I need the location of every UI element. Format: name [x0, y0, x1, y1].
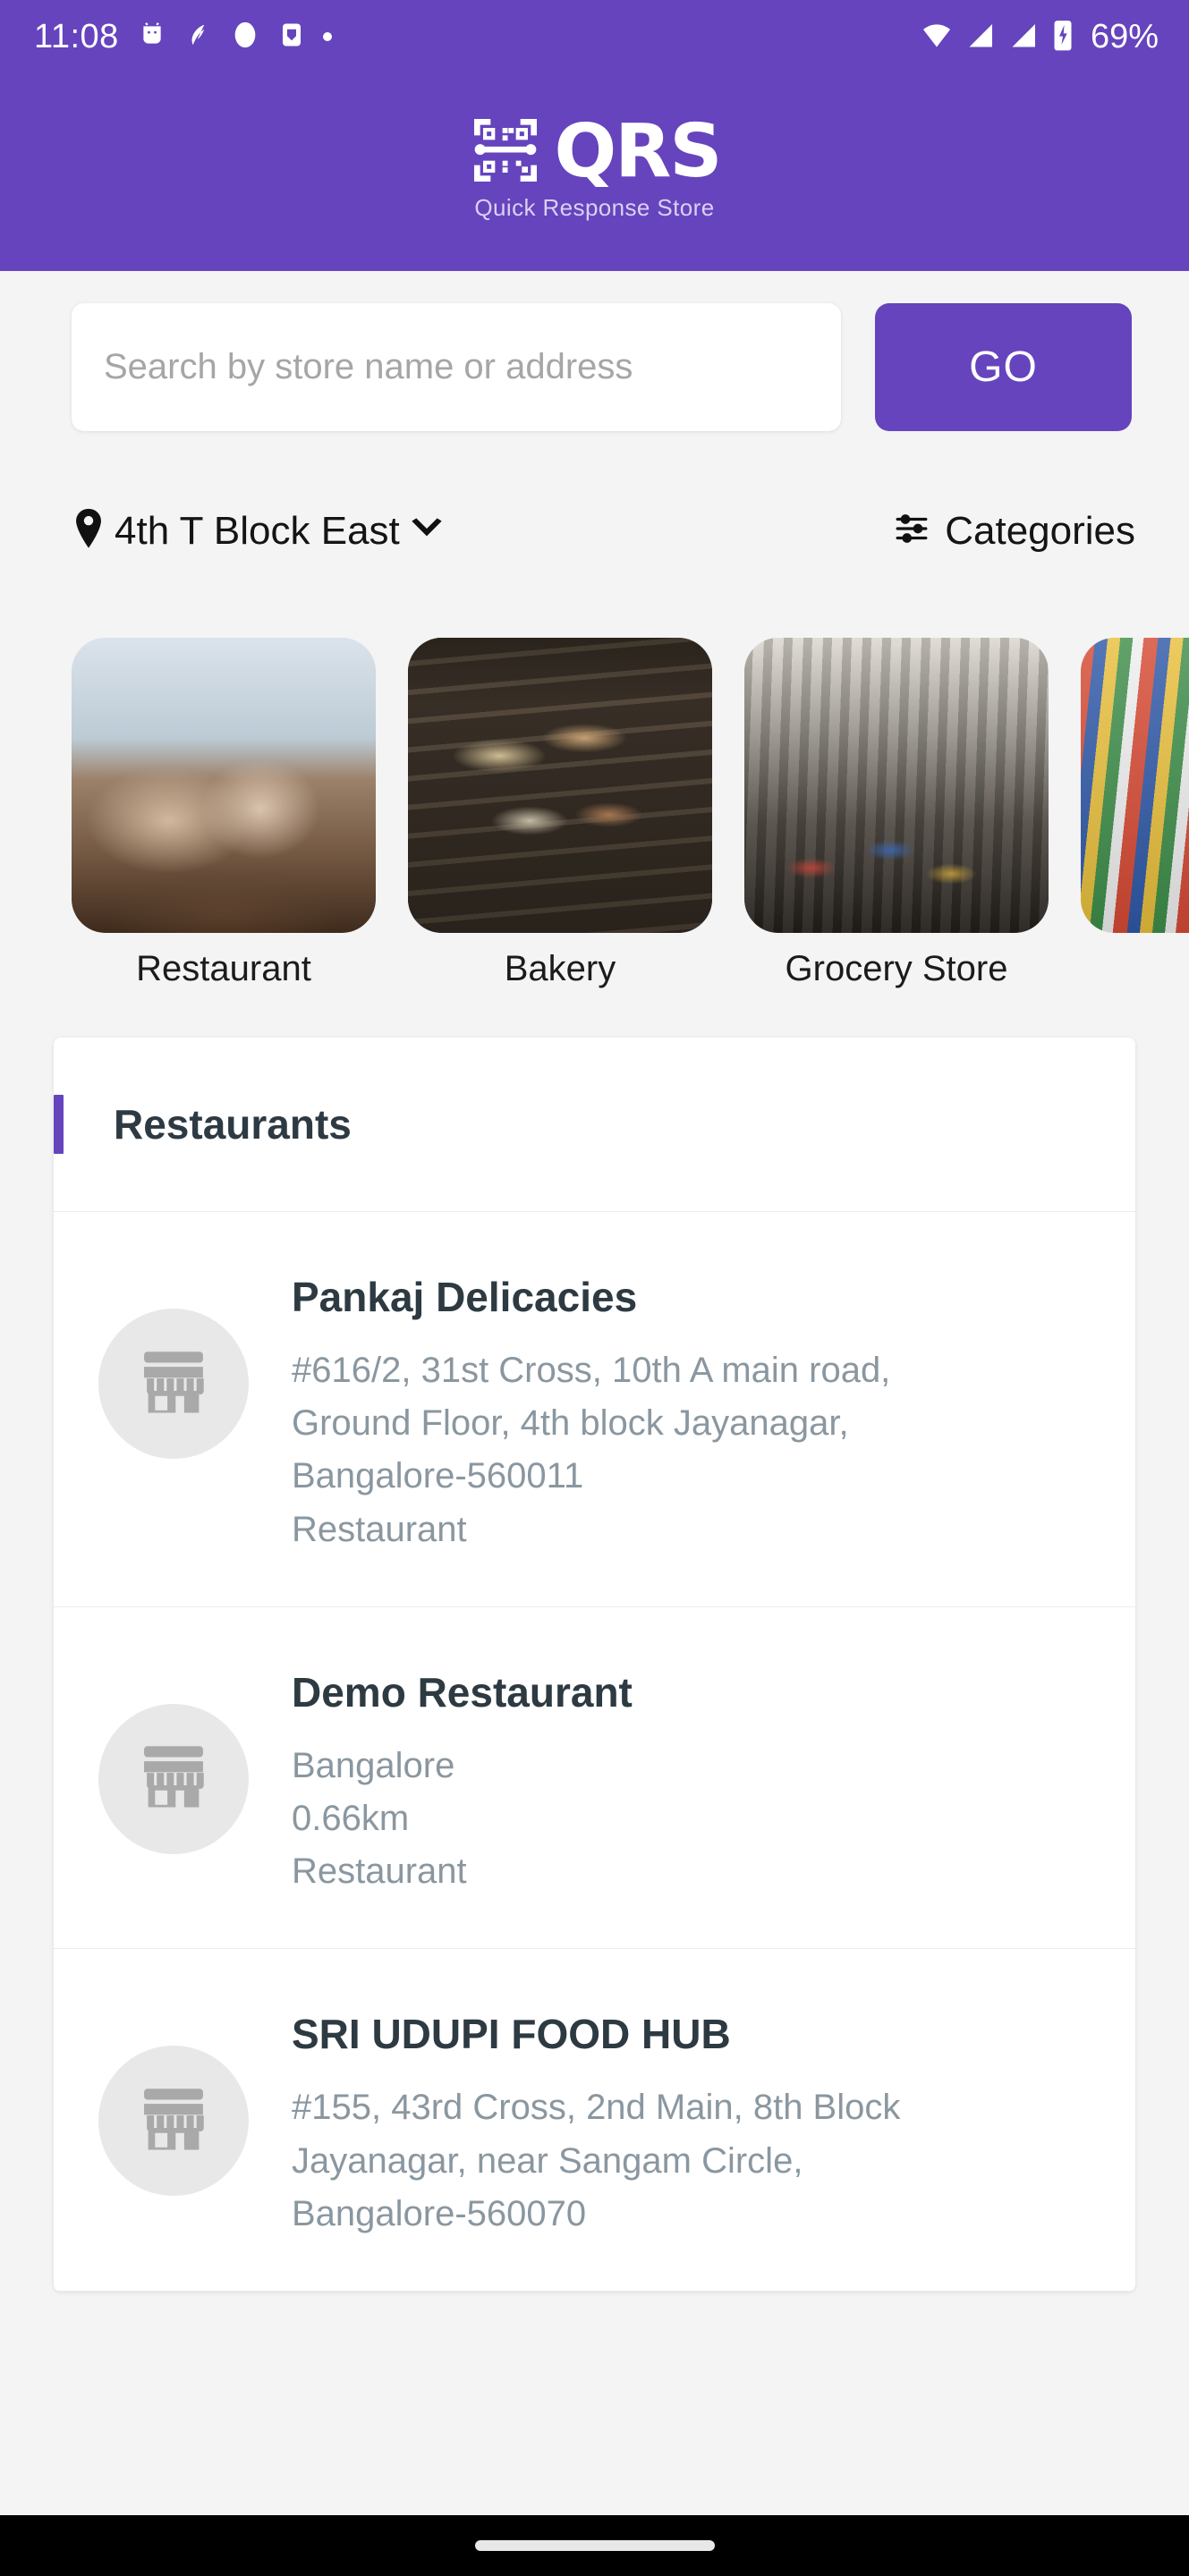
category-card[interactable]: Restaurant — [72, 638, 376, 989]
filter-sliders-icon — [893, 510, 930, 552]
category-card[interactable]: Bakery — [408, 638, 712, 989]
app-tagline: Quick Response Store — [474, 193, 715, 221]
section-accent-bar — [54, 1095, 64, 1154]
store-address: #155, 43rd Cross, 2nd Main, 8th Block Ja… — [292, 2088, 901, 2233]
categories-label: Categories — [945, 508, 1135, 553]
store-name: Pankaj Delicacies — [292, 1274, 638, 1320]
search-input[interactable] — [72, 303, 841, 431]
store-name: SRI UDUPI FOOD HUB — [292, 2011, 731, 2058]
search-bar: GO — [0, 271, 1189, 431]
category-thumbnail — [72, 638, 376, 933]
store-details: Pankaj Delicacies #616/2, 31st Cross, 10… — [292, 1262, 918, 1556]
category-carousel[interactable]: Restaurant Bakery Grocery Store Supe — [0, 638, 1189, 989]
app-logo-text: QRS — [554, 109, 723, 195]
results-card: Restaurants Pankaj Delicacies #616/2, 31… — [54, 1038, 1135, 2292]
battery-percent-label: 69% — [1090, 17, 1159, 55]
category-card[interactable]: Grocery Store — [744, 638, 1049, 989]
status-bar-clock: 11:08 — [34, 17, 119, 55]
circle-icon — [230, 17, 260, 57]
qr-code-scan-icon — [469, 114, 542, 191]
status-bar-left: 11:08 — [34, 17, 332, 57]
store-address: Bangalore 0.66km Restaurant — [292, 1745, 467, 1892]
app-screen: 11:08 69% QRS Quick Response Store Searc… — [0, 0, 1189, 2576]
store-list-item[interactable]: Demo Restaurant Bangalore 0.66km Restaur… — [54, 1607, 1135, 1950]
category-thumbnail — [744, 638, 1049, 933]
storefront-icon — [132, 2078, 215, 2165]
storefront-icon — [132, 1735, 215, 1822]
app-header: QRS Quick Response Store — [0, 73, 1189, 271]
results-header: Restaurants — [54, 1038, 1135, 1212]
storefront-icon — [132, 1341, 215, 1428]
location-name: 4th T Block East — [115, 508, 400, 553]
location-row: 4th T Block East Categories — [0, 431, 1189, 555]
location-selector[interactable]: 4th T Block East — [72, 506, 445, 555]
avatar — [98, 1703, 249, 1854]
status-bar-right: 69% — [919, 18, 1159, 56]
chevron-down-icon[interactable] — [409, 516, 445, 546]
avatar — [98, 1309, 249, 1459]
system-nav-bar — [0, 2515, 1189, 2576]
avatar — [98, 2046, 249, 2197]
dot-icon — [322, 32, 332, 41]
category-label: Bakery — [504, 949, 616, 988]
store-details: SRI UDUPI FOOD HUB #155, 43rd Cross, 2nd… — [292, 1999, 918, 2241]
app-logo: QRS — [469, 109, 723, 195]
categories-button[interactable]: Categories — [893, 509, 1135, 554]
android-debug-icon — [137, 19, 167, 55]
signal-icon — [965, 19, 998, 55]
app-badge-icon — [278, 18, 305, 56]
store-address: #616/2, 31st Cross, 10th A main road, Gr… — [292, 1351, 891, 1549]
category-label: Supe — [1081, 949, 1189, 989]
go-button[interactable]: GO — [875, 303, 1132, 431]
category-thumbnail — [408, 638, 712, 933]
battery-charging-icon — [1051, 18, 1074, 56]
location-pin-icon — [72, 506, 106, 555]
category-thumbnail — [1081, 638, 1189, 933]
signal-icon — [1008, 19, 1040, 55]
store-list-item[interactable]: Pankaj Delicacies #616/2, 31st Cross, 10… — [54, 1212, 1135, 1607]
store-name: Demo Restaurant — [292, 1668, 633, 1716]
status-bar: 11:08 69% — [0, 0, 1189, 73]
home-indicator-pill[interactable] — [474, 2540, 715, 2551]
category-card[interactable]: Supe — [1081, 638, 1189, 989]
scroll-content[interactable]: GO 4th T Block East Categories — [0, 271, 1189, 2576]
feather-icon — [185, 18, 212, 56]
category-label: Restaurant — [136, 949, 311, 988]
results-title: Restaurants — [114, 1101, 352, 1148]
store-details: Demo Restaurant Bangalore 0.66km Restaur… — [292, 1657, 633, 1899]
store-list-item[interactable]: SRI UDUPI FOOD HUB #155, 43rd Cross, 2nd… — [54, 1949, 1135, 2292]
wifi-icon — [919, 19, 955, 55]
category-label: Grocery Store — [785, 949, 1008, 988]
